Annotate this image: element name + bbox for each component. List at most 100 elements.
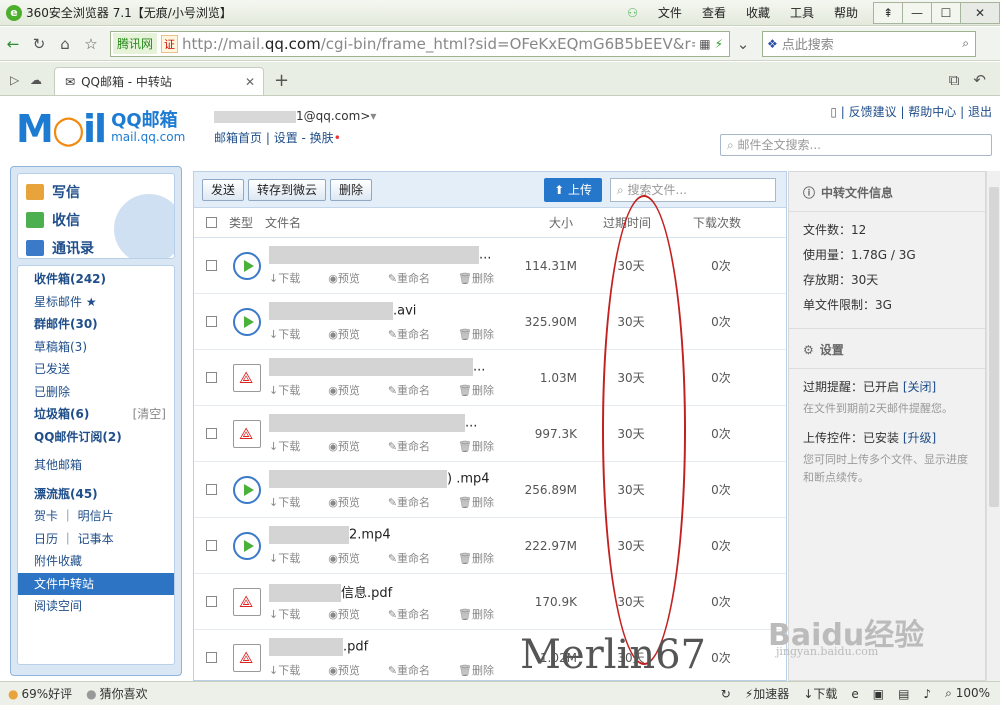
row-checkbox[interactable] [206,596,217,607]
download-item[interactable]: ↓下载 [803,685,837,702]
row-checkbox[interactable] [206,428,217,439]
preview-action[interactable]: ◉预览 [328,272,374,285]
rename-action[interactable]: ✎重命名 [388,328,444,341]
window-icon[interactable]: ⧉ [949,71,960,89]
preview-action[interactable]: ◉预览 [328,496,374,509]
delete-button[interactable]: 删除 [330,178,373,201]
mail-search-input[interactable]: ⌕ 邮件全文搜索... [720,134,992,156]
send-button[interactable]: 发送 [202,178,245,201]
folder-calendar[interactable]: 日历 ｜ 记事本 [18,528,174,551]
download-action[interactable]: ↓下载 [269,440,314,453]
row-checkbox[interactable] [206,540,217,551]
phone-icon[interactable]: ▯ [830,105,837,119]
cloud-icon[interactable]: ☁ [30,73,50,87]
download-action[interactable]: ↓下载 [269,552,314,565]
folder-drafts[interactable]: 草稿箱(3) [18,336,174,359]
empty-spam-link[interactable]: [清空] [133,403,166,426]
table-row[interactable]: .avi ↓下载 ◉预览 ✎重命名 🗑删除 325.90M 30天 0次 [194,294,786,350]
row-checkbox[interactable] [206,484,217,495]
row-checkbox[interactable] [206,260,217,271]
preview-action[interactable]: ◉预览 [328,440,374,453]
image-icon[interactable]: ▤ [898,687,909,701]
mail-home-link[interactable]: 邮箱首页 [214,131,262,145]
file-name[interactable]: 信息.pdf [269,582,499,602]
row-checkbox[interactable] [206,316,217,327]
folder-drift-bottle[interactable]: 漂流瓶(45) [18,483,174,506]
download-action[interactable]: ↓下载 [269,496,314,509]
settings-link[interactable]: 设置 [274,131,298,145]
maximize-button[interactable]: ☐ [931,1,961,24]
speed-icon[interactable]: ⚡ [715,37,723,51]
refresh-status-icon[interactable]: ↻ [721,687,731,701]
close-button[interactable]: ✕ [960,1,1000,24]
download-action[interactable]: ↓下载 [269,384,314,397]
table-row[interactable]: .pdf ↓下载 ◉预览 ✎重命名 🗑删除 1.02M 30天 0次 [194,630,786,686]
url-bar[interactable]: 腾讯网 证 http://mail.qq.com/cgi-bin/frame_h… [110,30,730,57]
col-type[interactable]: 类型 [229,214,265,231]
delete-action[interactable]: 🗑删除 [458,664,508,677]
folder-reading[interactable]: 阅读空间 [18,595,174,618]
star-icon[interactable]: ☆ [78,31,104,57]
chevron-down-icon[interactable]: ⌄ [730,31,756,57]
folder-deleted[interactable]: 已删除 [18,381,174,404]
window-status-icon[interactable]: ▣ [873,687,884,701]
folder-group[interactable]: 群邮件(30) [18,313,174,336]
rename-action[interactable]: ✎重命名 [388,384,444,397]
page-scrollbar[interactable] [986,171,1000,681]
preview-action[interactable]: ◉预览 [328,328,374,341]
col-filename[interactable]: 文件名 [265,214,495,231]
rename-action[interactable]: ✎重命名 [388,608,444,621]
table-row[interactable]: ... ↓下载 ◉预览 ✎重命名 🗑删除 997.3K 30天 0次 [194,406,786,462]
delete-action[interactable]: 🗑删除 [458,384,508,397]
sound-icon[interactable]: ♪ [923,687,931,701]
upgrade-control-link[interactable]: [升级] [903,431,936,445]
file-search-input[interactable]: ⌕ 搜索文件... [610,177,776,202]
row-checkbox[interactable] [206,652,217,663]
table-row[interactable]: 2.mp4 ↓下载 ◉预览 ✎重命名 🗑删除 222.97M 30天 0次 [194,518,786,574]
menu-view[interactable]: 查看 [702,4,726,21]
col-size[interactable]: 大小 [495,214,587,231]
back-icon[interactable]: ← [0,31,26,57]
folder-sent[interactable]: 已发送 [18,358,174,381]
folder-inbox[interactable]: 收件箱(242) [18,268,174,291]
zoom-item[interactable]: ⌕ 100% [945,686,990,701]
folder-subscriptions[interactable]: QQ邮件订阅(2) [18,426,174,449]
menu-tools[interactable]: 工具 [790,4,814,21]
file-name[interactable]: .pdf [269,637,499,658]
save-to-weiyun-button[interactable]: 转存到微云 [248,178,327,201]
refresh-icon[interactable]: ↻ [26,31,52,57]
accelerator-item[interactable]: ⚡加速器 [745,685,789,702]
preview-action[interactable]: ◉预览 [328,384,374,397]
delete-action[interactable]: 🗑删除 [458,608,508,621]
delete-action[interactable]: 🗑删除 [458,440,508,453]
pin-button[interactable]: ⇞ [873,1,903,24]
folder-cards[interactable]: 贺卡 ｜ 明信片 [18,505,174,528]
folder-other-mailboxes[interactable]: 其他邮箱 [18,454,174,477]
menu-help[interactable]: 帮助 [834,4,858,21]
rename-action[interactable]: ✎重命名 [388,272,444,285]
col-downloads[interactable]: 下载次数 [667,214,767,231]
disable-reminder-link[interactable]: [关闭] [903,380,936,394]
download-action[interactable]: ↓下载 [269,328,314,341]
search-icon[interactable]: ⌕ [962,36,969,51]
table-row[interactable]: 信息.pdf ↓下载 ◉预览 ✎重命名 🗑删除 170.9K 30天 0次 [194,574,786,630]
help-link[interactable]: 帮助中心 [908,105,956,119]
file-name[interactable]: 2.mp4 [269,525,499,546]
table-row[interactable]: ... ↓下载 ◉预览 ✎重命名 🗑删除 1.03M 30天 0次 [194,350,786,406]
preview-action[interactable]: ◉预览 [328,608,374,621]
user-icon[interactable]: ⚇ [627,6,638,20]
menu-file[interactable]: 文件 [658,4,682,21]
new-tab-icon[interactable]: + [274,70,289,91]
menu-favorites[interactable]: 收藏 [746,4,770,21]
file-name[interactable]: ... [269,357,499,378]
guess-item[interactable]: ● 猜你喜欢 [86,685,148,702]
folder-attachments[interactable]: 附件收藏 [18,550,174,573]
qqmail-logo[interactable]: M○il QQ邮箱 mail.qq.com [16,107,185,151]
folder-spam[interactable]: 垃圾箱(6) [清空] [18,403,174,426]
folder-starred[interactable]: 星标邮件 ★ [18,291,174,314]
delete-action[interactable]: 🗑删除 [458,552,508,565]
download-action[interactable]: ↓下载 [269,664,314,677]
skin-link[interactable]: 换肤 [310,131,334,145]
tab-qqmail[interactable]: ✉ QQ邮箱 - 中转站 ✕ [54,67,264,95]
rename-action[interactable]: ✎重命名 [388,440,444,453]
